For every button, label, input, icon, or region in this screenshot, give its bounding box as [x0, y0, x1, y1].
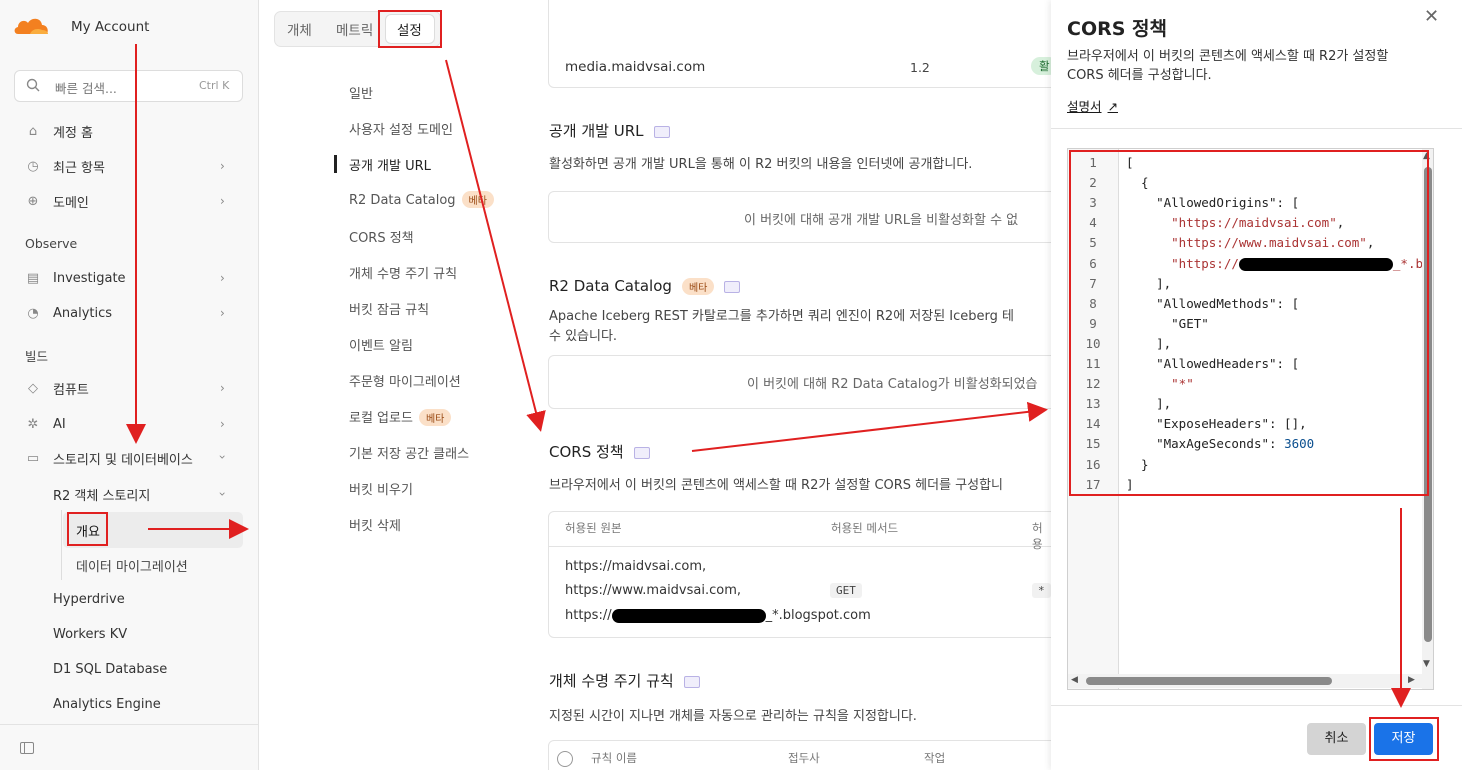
arrow-to-panel	[691, 401, 1048, 452]
annotation-arrows	[126, 44, 1411, 708]
arrow-to-cors-section	[445, 59, 546, 432]
